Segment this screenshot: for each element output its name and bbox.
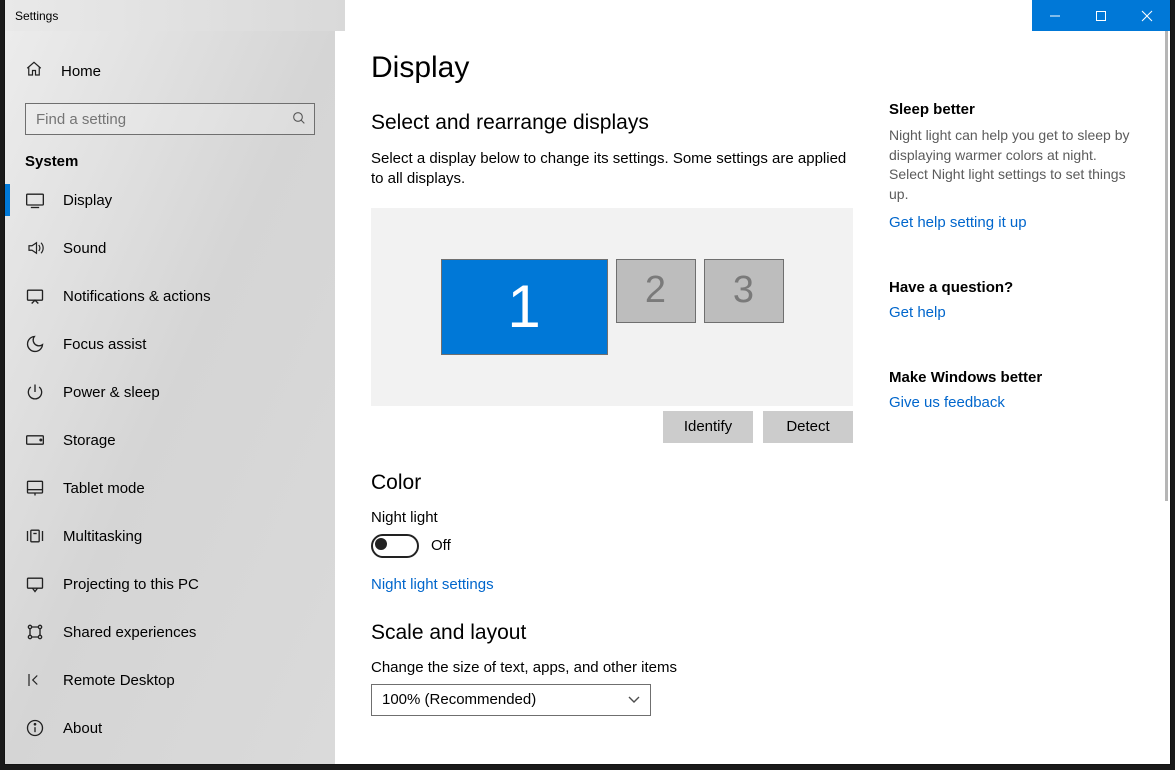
home-button[interactable]: Home <box>25 51 315 91</box>
display-buttons-row: Identify Detect <box>371 411 853 443</box>
feedback-link[interactable]: Give us feedback <box>889 394 1136 411</box>
sidebar-item-label: Sound <box>63 240 106 257</box>
scrollbar[interactable] <box>1164 31 1170 764</box>
sidebar-item-power-sleep[interactable]: Power & sleep <box>5 368 335 416</box>
question-title: Have a question? <box>889 279 1136 296</box>
search-icon <box>291 110 307 130</box>
sidebar-item-multitasking[interactable]: Multitasking <box>5 512 335 560</box>
sleep-better-link[interactable]: Get help setting it up <box>889 214 1136 231</box>
power-icon <box>25 382 45 402</box>
tablet-icon <box>25 479 45 497</box>
night-light-toggle-row: Off <box>371 534 853 558</box>
rearrange-heading: Select and rearrange displays <box>371 111 853 135</box>
projecting-icon <box>25 575 45 593</box>
sidebar-item-label: Multitasking <box>63 528 142 545</box>
sidebar-item-shared-experiences[interactable]: Shared experiences <box>5 608 335 656</box>
display-tile-1[interactable]: 1 <box>441 259 608 355</box>
sidebar-item-storage[interactable]: Storage <box>5 416 335 464</box>
night-light-toggle[interactable] <box>371 534 419 558</box>
nav: Display Sound Notifications & actions Fo… <box>5 176 335 752</box>
rearrange-description: Select a display below to change its set… <box>371 149 853 190</box>
main: Display Select and rearrange displays Se… <box>335 31 1170 764</box>
sidebar-item-about[interactable]: About <box>5 704 335 752</box>
shared-icon <box>25 622 45 642</box>
sidebar-item-focus-assist[interactable]: Focus assist <box>5 320 335 368</box>
sleep-better-block: Sleep better Night light can help you ge… <box>889 101 1136 231</box>
info-column: Sleep better Night light can help you ge… <box>889 31 1164 764</box>
about-icon <box>25 718 45 738</box>
display-number: 2 <box>645 269 666 312</box>
storage-icon <box>25 433 45 447</box>
night-light-label: Night light <box>371 509 853 526</box>
titlebar: Settings <box>5 0 1170 31</box>
home-label: Home <box>61 63 101 80</box>
titlebar-left: Settings <box>5 0 345 31</box>
sidebar-item-display[interactable]: Display <box>5 176 335 224</box>
feedback-title: Make Windows better <box>889 369 1136 386</box>
night-light-settings-link[interactable]: Night light settings <box>371 576 853 593</box>
maximize-icon <box>1096 11 1106 21</box>
search-input[interactable] <box>25 103 315 135</box>
sidebar-item-label: Projecting to this PC <box>63 576 199 593</box>
search-wrap <box>25 103 315 135</box>
close-icon <box>1142 11 1152 21</box>
sidebar-item-label: Storage <box>63 432 116 449</box>
scrollbar-thumb[interactable] <box>1165 31 1168 501</box>
page-heading: Display <box>371 51 853 85</box>
sidebar-item-label: Power & sleep <box>63 384 160 401</box>
sidebar-item-label: Tablet mode <box>63 480 145 497</box>
identify-button[interactable]: Identify <box>663 411 753 443</box>
toggle-knob <box>375 538 387 550</box>
multitasking-icon <box>25 527 45 545</box>
chevron-down-icon <box>628 691 640 708</box>
minimize-icon <box>1050 11 1060 21</box>
sleep-better-body: Night light can help you get to sleep by… <box>889 126 1136 204</box>
color-heading: Color <box>371 471 853 495</box>
sidebar-item-label: Display <box>63 192 112 209</box>
content: Display Select and rearrange displays Se… <box>335 31 889 764</box>
maximize-button[interactable] <box>1078 0 1124 31</box>
sidebar-item-label: Shared experiences <box>63 624 196 641</box>
night-light-state: Off <box>431 537 451 554</box>
sidebar-item-projecting[interactable]: Projecting to this PC <box>5 560 335 608</box>
sidebar-item-label: Remote Desktop <box>63 672 175 689</box>
titlebar-right <box>345 0 1170 31</box>
sidebar-item-tablet-mode[interactable]: Tablet mode <box>5 464 335 512</box>
sidebar: Home System Display Sound <box>5 31 335 764</box>
display-number: 3 <box>733 269 754 312</box>
sidebar-item-remote-desktop[interactable]: Remote Desktop <box>5 656 335 704</box>
display-tile-2[interactable]: 2 <box>616 259 696 323</box>
display-arrangement-canvas[interactable]: 1 2 3 <box>371 208 853 406</box>
sidebar-item-label: Focus assist <box>63 336 146 353</box>
sleep-better-title: Sleep better <box>889 101 1136 118</box>
display-tile-3[interactable]: 3 <box>704 259 784 323</box>
close-button[interactable] <box>1124 0 1170 31</box>
sidebar-item-sound[interactable]: Sound <box>5 224 335 272</box>
display-number: 1 <box>507 272 540 341</box>
question-block: Have a question? Get help <box>889 279 1136 321</box>
minimize-button[interactable] <box>1032 0 1078 31</box>
page-title: Settings <box>15 9 58 23</box>
scale-select[interactable]: 100% (Recommended) <box>371 684 651 716</box>
focus-assist-icon <box>25 334 45 354</box>
scale-heading: Scale and layout <box>371 621 853 645</box>
sidebar-item-label: About <box>63 720 102 737</box>
category-title: System <box>25 153 315 170</box>
get-help-link[interactable]: Get help <box>889 304 1136 321</box>
sidebar-item-label: Notifications & actions <box>63 288 211 305</box>
feedback-block: Make Windows better Give us feedback <box>889 369 1136 411</box>
scale-label: Change the size of text, apps, and other… <box>371 659 853 676</box>
remote-icon <box>25 671 45 689</box>
settings-window: Settings Home <box>5 0 1170 764</box>
detect-button[interactable]: Detect <box>763 411 853 443</box>
notifications-icon <box>25 287 45 305</box>
sound-icon <box>25 239 45 257</box>
display-icon <box>25 191 45 209</box>
home-icon <box>25 60 43 82</box>
scale-value: 100% (Recommended) <box>382 691 536 708</box>
sidebar-item-notifications[interactable]: Notifications & actions <box>5 272 335 320</box>
